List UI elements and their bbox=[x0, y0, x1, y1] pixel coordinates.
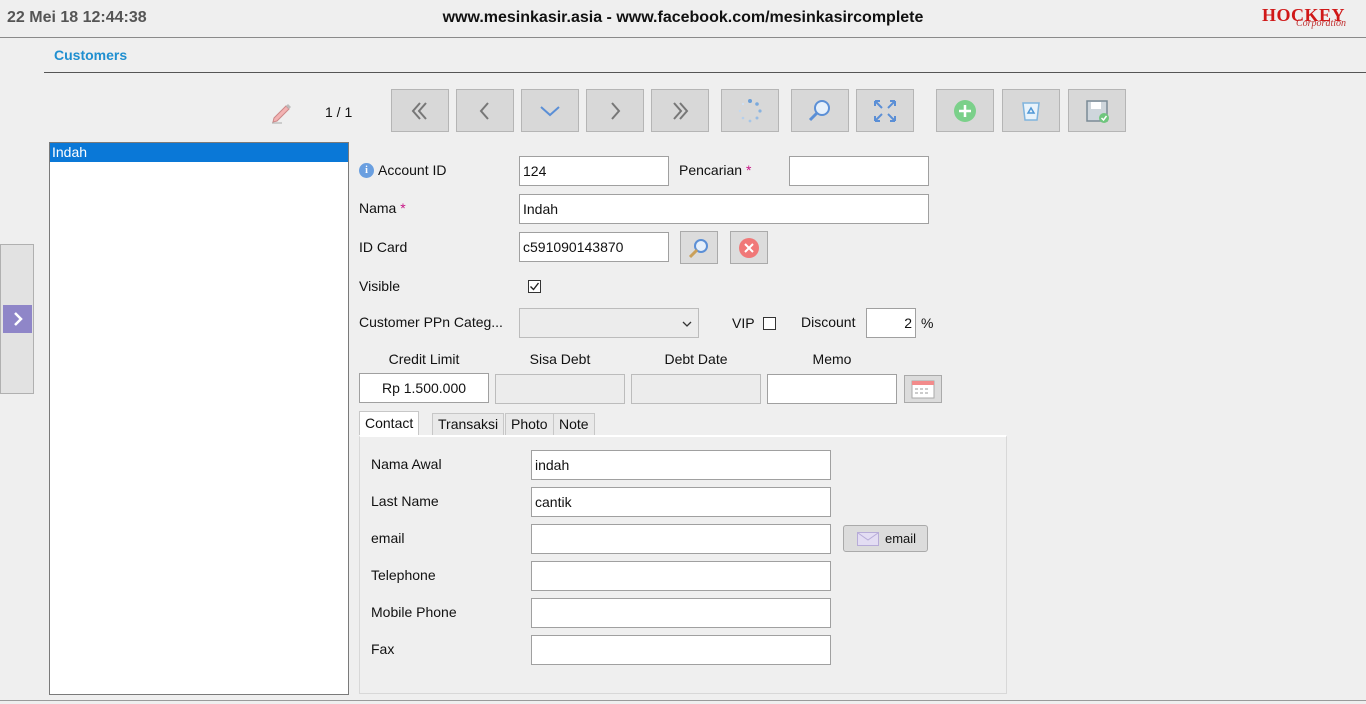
bottom-divider bbox=[0, 700, 1366, 701]
memo-field[interactable] bbox=[767, 374, 897, 404]
pencarian-field[interactable] bbox=[789, 156, 929, 186]
last-name-field[interactable]: cantik bbox=[531, 487, 831, 517]
add-icon bbox=[954, 99, 976, 122]
title-divider bbox=[44, 72, 1366, 73]
id-card-field[interactable]: c591090143870 bbox=[519, 232, 669, 262]
search-button[interactable] bbox=[791, 89, 849, 132]
debt-date-label: Debt Date bbox=[664, 351, 728, 367]
first-record-icon bbox=[411, 101, 427, 120]
tab-note[interactable]: Note bbox=[553, 413, 595, 435]
logo-tagline: Corporation bbox=[1296, 18, 1347, 29]
add-record-button[interactable] bbox=[936, 89, 994, 132]
previous-record-button[interactable] bbox=[456, 89, 514, 132]
memo-label: Memo bbox=[812, 351, 852, 367]
id-card-label: ID Card bbox=[359, 239, 408, 255]
close-icon bbox=[739, 237, 759, 258]
list-item[interactable]: Indah bbox=[50, 143, 348, 162]
customer-list[interactable]: Indah bbox=[49, 142, 349, 695]
mobile-phone-label: Mobile Phone bbox=[371, 604, 457, 620]
calendar-icon bbox=[911, 380, 935, 399]
page-title: Customers bbox=[54, 47, 128, 63]
record-counter: 1 / 1 bbox=[325, 104, 353, 120]
expand-icon bbox=[874, 99, 896, 122]
reload-button[interactable] bbox=[721, 89, 779, 132]
visible-label: Visible bbox=[359, 278, 400, 294]
reload-icon bbox=[738, 98, 762, 122]
chevron-right-icon bbox=[13, 312, 23, 326]
save-icon bbox=[1086, 99, 1109, 123]
vip-label: VIP bbox=[732, 315, 755, 331]
info-icon: i bbox=[359, 163, 374, 178]
nama-awal-label: Nama Awal bbox=[371, 456, 442, 472]
ppn-category-label: Customer PPn Categ... bbox=[359, 314, 503, 330]
visible-checkbox[interactable] bbox=[528, 280, 541, 293]
next-record-icon bbox=[611, 101, 621, 120]
company-logo: HOCKEY Corporation bbox=[1262, 5, 1358, 33]
dropdown-record-button[interactable] bbox=[521, 89, 579, 132]
last-name-label: Last Name bbox=[371, 493, 439, 509]
account-id-field[interactable]: 124 bbox=[519, 156, 669, 186]
mobile-phone-field[interactable] bbox=[531, 598, 831, 628]
telephone-label: Telephone bbox=[371, 567, 436, 583]
pencarian-label: Pencarian * bbox=[679, 162, 752, 178]
chevron-down-icon bbox=[682, 321, 692, 327]
first-record-button[interactable] bbox=[391, 89, 449, 132]
last-record-icon bbox=[673, 101, 689, 120]
debt-date-field bbox=[631, 374, 761, 404]
sisa-debt-label: Sisa Debt bbox=[529, 351, 591, 367]
send-email-button[interactable]: email bbox=[843, 525, 928, 552]
account-id-label: Account ID bbox=[378, 162, 447, 178]
email-button-label: email bbox=[885, 531, 917, 546]
previous-record-icon bbox=[479, 101, 489, 120]
sisa-debt-field bbox=[495, 374, 625, 404]
discount-field[interactable]: 2 bbox=[866, 308, 916, 338]
ppn-category-select[interactable] bbox=[519, 308, 699, 338]
fax-field[interactable] bbox=[531, 635, 831, 665]
expand-side-panel-button[interactable] bbox=[3, 305, 32, 333]
credit-limit-label: Credit Limit bbox=[388, 351, 460, 367]
discount-unit: % bbox=[921, 315, 934, 331]
id-card-search-button[interactable] bbox=[680, 231, 718, 264]
discount-label: Discount bbox=[801, 314, 856, 330]
credit-limit-field[interactable]: Rp 1.500.000 bbox=[359, 373, 489, 403]
id-card-clear-button[interactable] bbox=[730, 231, 768, 264]
save-record-button[interactable] bbox=[1068, 89, 1126, 132]
website-banner: www.mesinkasir.asia - www.facebook.com/m… bbox=[442, 9, 924, 26]
email-label: email bbox=[371, 530, 405, 546]
checkmark-icon bbox=[530, 282, 540, 291]
recycle-delete-icon bbox=[1022, 101, 1040, 121]
email-field[interactable] bbox=[531, 524, 831, 554]
next-record-button[interactable] bbox=[586, 89, 644, 132]
magnifier-icon bbox=[688, 238, 708, 258]
nama-field[interactable]: Indah bbox=[519, 194, 929, 224]
tab-photo[interactable]: Photo bbox=[505, 413, 554, 435]
calendar-button[interactable] bbox=[904, 375, 942, 403]
delete-record-button[interactable] bbox=[1002, 89, 1060, 132]
nama-label: Nama * bbox=[359, 200, 406, 216]
chevron-down-icon bbox=[540, 105, 560, 116]
search-icon bbox=[808, 99, 830, 121]
vip-checkbox[interactable] bbox=[763, 317, 776, 330]
tab-contact[interactable]: Contact bbox=[359, 411, 420, 436]
telephone-field[interactable] bbox=[531, 561, 831, 591]
envelope-icon bbox=[857, 531, 879, 546]
nama-awal-field[interactable]: indah bbox=[531, 450, 831, 480]
last-record-button[interactable] bbox=[651, 89, 709, 132]
edit-pencil-icon bbox=[268, 98, 296, 126]
fullscreen-button[interactable] bbox=[856, 89, 914, 132]
fax-label: Fax bbox=[371, 641, 395, 657]
tab-transaksi[interactable]: Transaksi bbox=[432, 413, 505, 435]
